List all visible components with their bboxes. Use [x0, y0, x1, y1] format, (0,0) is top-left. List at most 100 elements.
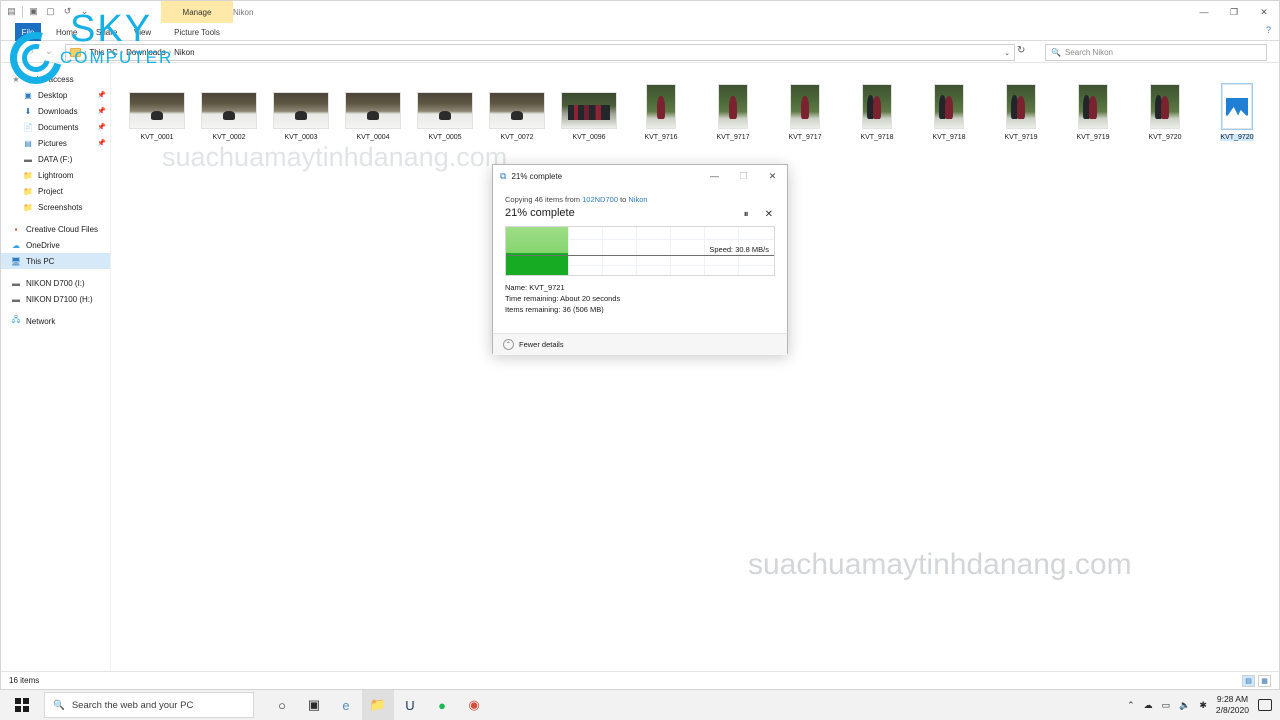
window-controls[interactable]: — ❐ ✕	[1189, 1, 1279, 23]
explorer-icon[interactable]: ▤	[5, 5, 18, 18]
sidebar-item-data-f[interactable]: ▬ DATA (F:)	[1, 151, 110, 167]
file-tile[interactable]: KVT_0096	[553, 77, 625, 141]
file-tile[interactable]: KVT_9717	[769, 77, 841, 141]
edge-icon[interactable]: e	[330, 690, 362, 720]
file-thumbnail[interactable]	[201, 92, 257, 129]
undo-icon[interactable]: ↺	[61, 5, 74, 18]
sidebar-item-quick-access[interactable]: ★ Quick access	[1, 71, 110, 87]
breadcrumb[interactable]: › This PC › Downloads › Nikon ⌄	[65, 44, 1015, 61]
taskbar-pinned-apps[interactable]: ○ ▣ e 📁 U ● ◉	[266, 690, 490, 720]
file-thumbnail[interactable]	[417, 92, 473, 129]
bluetooth-tray-icon[interactable]: ✱	[1199, 700, 1207, 711]
file-thumbnail[interactable]	[345, 92, 401, 129]
file-thumbnail[interactable]	[129, 92, 185, 129]
search-input[interactable]: 🔍 Search Nikon	[1045, 44, 1267, 61]
address-dropdown-icon[interactable]: ⌄	[1004, 49, 1010, 57]
chevron-up-icon[interactable]: ⌃	[503, 339, 514, 350]
file-grid[interactable]: KVT_0001 KVT_0002 KVT_0003 KVT_0004 KVT_0005…	[121, 77, 1279, 141]
sidebar-item-project[interactable]: 📁 Project	[1, 183, 110, 199]
contextual-tab-manage[interactable]: Manage	[161, 1, 233, 23]
file-tile[interactable]: KVT_9720	[1201, 77, 1273, 141]
file-thumbnail[interactable]	[489, 92, 545, 129]
breadcrumb-item-nikon[interactable]: Nikon	[174, 48, 194, 57]
minimize-button[interactable]: —	[1189, 1, 1219, 23]
file-list-pane[interactable]: KVT_0001 KVT_0002 KVT_0003 KVT_0004 KVT_0005…	[111, 63, 1279, 671]
pin-icon[interactable]: 📌	[97, 91, 106, 99]
tab-view[interactable]: View	[127, 23, 158, 41]
cancel-button[interactable]: ✕	[765, 209, 773, 220]
maximize-button[interactable]: ❐	[1219, 1, 1249, 23]
clock[interactable]: 9:28 AM 2/8/2020	[1216, 694, 1249, 716]
dialog-transfer-controls[interactable]: ⏸ ✕	[744, 209, 773, 220]
sidebar-item-documents[interactable]: 📄 Documents 📌	[1, 119, 110, 135]
file-tile[interactable]: KVT_0072	[481, 77, 553, 141]
destination-folder-link[interactable]: Nikon	[628, 195, 647, 204]
pin-icon[interactable]: 📌	[97, 139, 106, 147]
file-thumbnail[interactable]	[273, 92, 329, 129]
file-thumbnail[interactable]	[561, 92, 617, 129]
taskbar-search-input[interactable]: 🔍 Search the web and your PC	[44, 692, 254, 718]
forward-button[interactable]: ›	[26, 46, 38, 57]
source-folder-link[interactable]: 102ND700	[582, 195, 618, 204]
file-tile[interactable]: KVT_9719	[1057, 77, 1129, 141]
spotify-icon[interactable]: ●	[426, 690, 458, 720]
chevron-down-icon[interactable]: ⌄	[78, 5, 91, 18]
tray-icon-group[interactable]: ⌃ ☁ ▭ 🔈 ✱	[1127, 700, 1207, 711]
sidebar-item-desktop[interactable]: ▣ Desktop 📌	[1, 87, 110, 103]
sidebar-item-pictures[interactable]: ▤ Pictures 📌	[1, 135, 110, 151]
navigation-buttons[interactable]: ‹ › ⌄ ↑	[1, 46, 72, 57]
tab-file[interactable]: File	[15, 23, 41, 41]
volume-tray-icon[interactable]: 🔈	[1179, 700, 1190, 711]
pause-button[interactable]: ⏸	[744, 209, 749, 220]
file-tile[interactable]: KVT_0004	[337, 77, 409, 141]
file-tile[interactable]: KVT_9719	[985, 77, 1057, 141]
sidebar-item-creative-cloud-files[interactable]: ▪ Creative Cloud Files	[1, 221, 110, 237]
file-tile[interactable]: KVT_0003	[265, 77, 337, 141]
dialog-window-controls[interactable]: — ❐ ✕	[700, 165, 787, 187]
file-tile[interactable]: KVT_9718	[841, 77, 913, 141]
file-thumbnail[interactable]	[718, 84, 748, 129]
sidebar-item-network[interactable]: 🖧 Network	[1, 313, 110, 329]
tab-home[interactable]: Home	[49, 23, 84, 41]
sidebar-item-nikon-d7100-h[interactable]: ▬ NIKON D7100 (H:)	[1, 291, 110, 307]
tab-share[interactable]: Share	[89, 23, 124, 41]
recent-locations-icon[interactable]: ⌄	[43, 46, 55, 57]
sidebar-item-lightroom[interactable]: 📁 Lightroom	[1, 167, 110, 183]
new-folder-icon[interactable]: ▢	[44, 5, 57, 18]
copy-progress-dialog[interactable]: ⧉ 21% complete — ❐ ✕ Copying 46 items fr…	[492, 164, 788, 355]
large-icons-view-icon[interactable]: ▦	[1258, 674, 1271, 687]
quick-access-toolbar[interactable]: ▤ ▣ ▢ ↺ ⌄	[5, 5, 91, 18]
sidebar-item-onedrive[interactable]: ☁ OneDrive	[1, 237, 110, 253]
file-tile[interactable]: KVT_9716	[625, 77, 697, 141]
pin-icon[interactable]: 📌	[97, 107, 106, 115]
details-view-icon[interactable]: ▤	[1242, 674, 1255, 687]
system-tray[interactable]: ⌃ ☁ ▭ 🔈 ✱ 9:28 AM 2/8/2020	[1127, 694, 1280, 716]
file-thumbnail[interactable]	[862, 84, 892, 129]
dialog-minimize-button[interactable]: —	[700, 165, 729, 187]
properties-icon[interactable]: ▣	[27, 5, 40, 18]
navigation-pane[interactable]: ★ Quick access ▣ Desktop 📌 ⬇ Downloads 📌 📄 Docume…	[1, 63, 111, 671]
sidebar-item-nikon-d700-i[interactable]: ▬ NIKON D700 (I:)	[1, 275, 110, 291]
file-explorer-icon[interactable]: 📁	[362, 690, 394, 720]
file-thumbnail[interactable]	[1221, 83, 1253, 130]
fewer-details-button[interactable]: Fewer details	[519, 340, 564, 349]
breadcrumb-item-downloads[interactable]: Downloads	[126, 48, 166, 57]
file-tile[interactable]: KVT_0005	[409, 77, 481, 141]
file-thumbnail[interactable]	[1078, 84, 1108, 129]
sidebar-item-this-pc[interactable]: 🖥 This PC	[1, 253, 110, 269]
dialog-close-button[interactable]: ✕	[758, 165, 787, 187]
tab-picture-tools[interactable]: Picture Tools	[161, 23, 233, 41]
dialog-footer[interactable]: ⌃ Fewer details	[493, 333, 787, 355]
file-tile[interactable]: KVT_9718	[913, 77, 985, 141]
close-button[interactable]: ✕	[1249, 1, 1279, 23]
file-tile[interactable]: KVT_0002	[193, 77, 265, 141]
action-center-icon[interactable]	[1258, 699, 1272, 711]
chrome-icon[interactable]: ◉	[458, 690, 490, 720]
file-thumbnail[interactable]	[646, 84, 676, 129]
file-tile[interactable]: KVT_9720	[1129, 77, 1201, 141]
sidebar-item-downloads[interactable]: ⬇ Downloads 📌	[1, 103, 110, 119]
file-thumbnail[interactable]	[790, 84, 820, 129]
file-thumbnail[interactable]	[1150, 84, 1180, 129]
file-thumbnail[interactable]	[934, 84, 964, 129]
onedrive-tray-icon[interactable]: ☁	[1144, 700, 1153, 711]
